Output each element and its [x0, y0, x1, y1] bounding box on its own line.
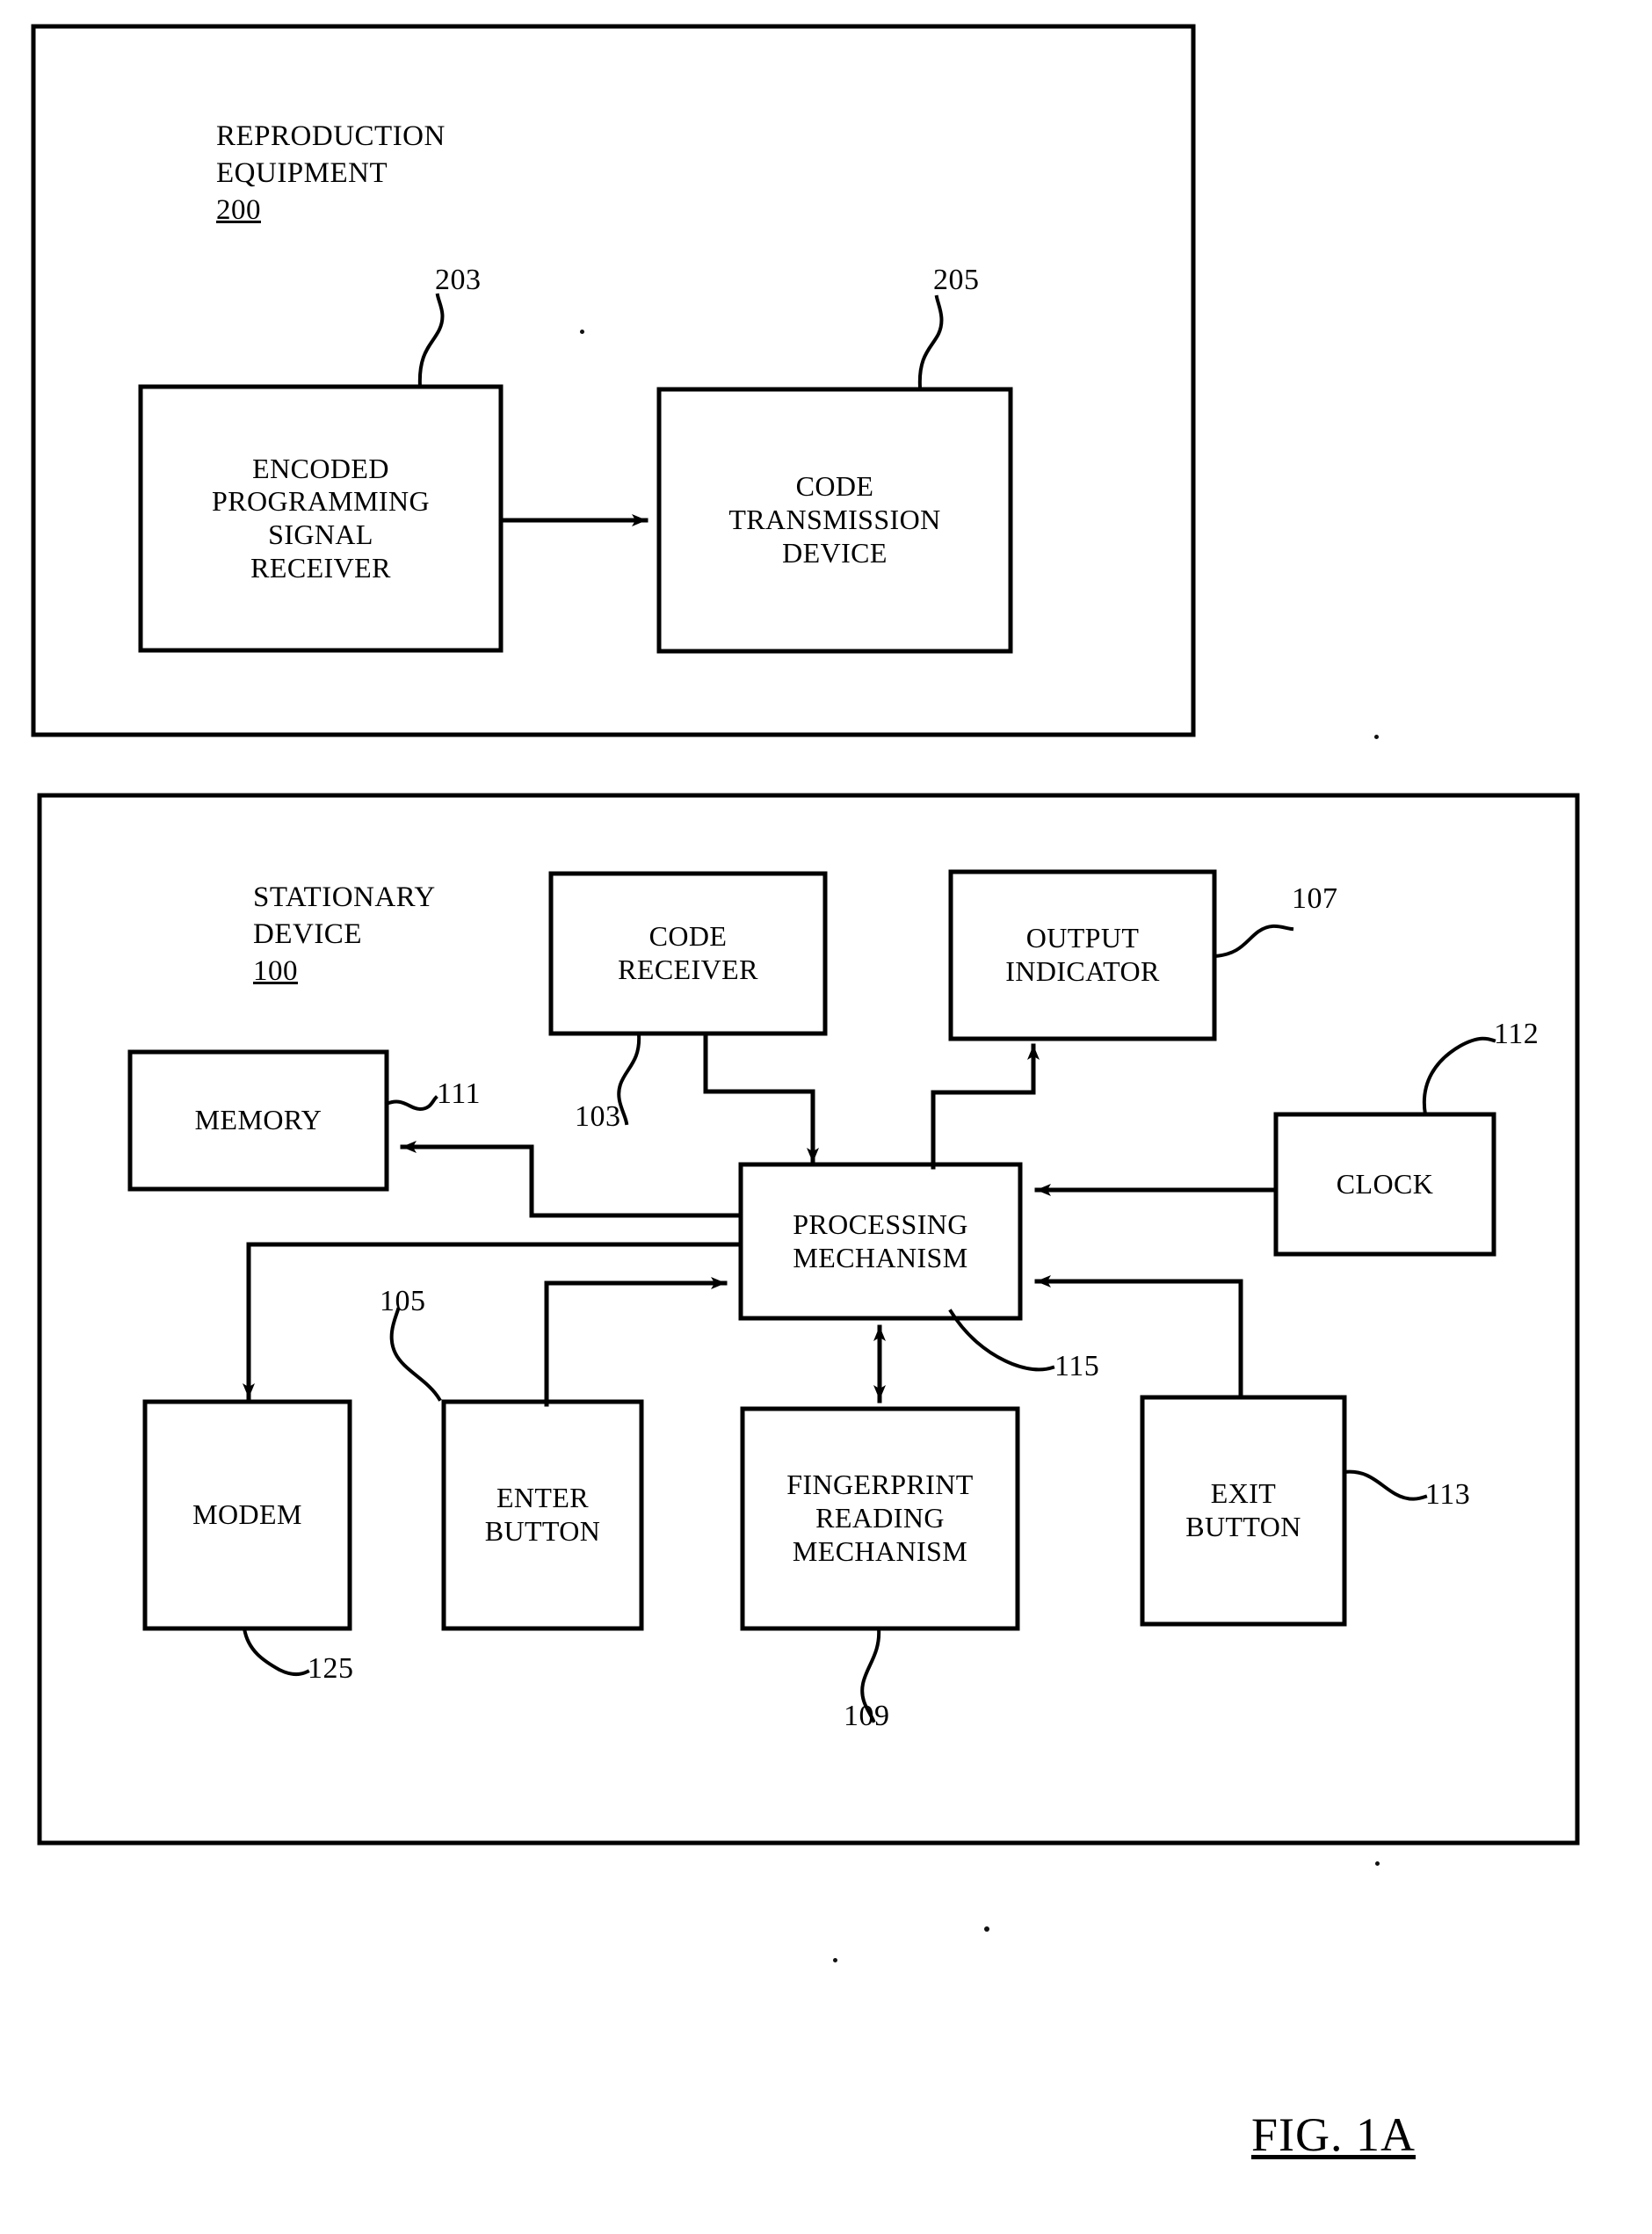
arrow-processing-to-modem	[243, 1242, 743, 1400]
reproduction-equipment-title-line2: EQUIPMENT	[216, 157, 388, 190]
ref-number-112: 112	[1494, 1018, 1540, 1050]
ref-number-205: 205	[933, 264, 980, 296]
arrow-code-receiver-to-processing	[703, 1032, 819, 1164]
leader-line-205	[917, 294, 944, 390]
ref-number-111: 111	[437, 1077, 481, 1110]
reproduction-equipment-title: REPRODUCTION EQUIPMENT 200	[216, 118, 446, 229]
figure-caption: FIG. 1A	[1251, 2108, 1417, 2161]
code-receiver-box	[548, 871, 828, 1036]
leader-line-111	[384, 1095, 438, 1112]
stationary-device-ref: 100	[253, 955, 298, 988]
leader-line-107	[1212, 924, 1294, 959]
ref-number-115: 115	[1054, 1350, 1100, 1382]
scan-speck	[984, 1926, 989, 1932]
stationary-device-title-line2: DEVICE	[253, 918, 362, 951]
enter-button-box	[441, 1399, 644, 1631]
leader-line-113	[1342, 1469, 1428, 1501]
stationary-device-title: STATIONARY DEVICE 100	[253, 879, 436, 990]
scan-speck	[1374, 735, 1379, 739]
memory-box	[127, 1049, 389, 1192]
processing-mechanism-box	[738, 1162, 1023, 1321]
ref-number-125: 125	[308, 1652, 354, 1685]
modem-box	[142, 1399, 352, 1631]
output-indicator-box	[948, 869, 1217, 1041]
ref-number-103: 103	[575, 1100, 621, 1133]
leader-line-112	[1422, 1036, 1496, 1117]
ref-number-107: 107	[1292, 882, 1338, 915]
scan-speck	[1375, 1861, 1380, 1866]
leader-line-125	[242, 1626, 310, 1677]
reproduction-equipment-title-line1: REPRODUCTION	[216, 120, 446, 152]
encoded-programming-signal-receiver-box	[138, 384, 504, 653]
clock-box	[1273, 1112, 1496, 1257]
patent-figure-page: REPRODUCTION EQUIPMENT 200 STATIONARY DE…	[0, 0, 1652, 2234]
stationary-device-title-line1: STATIONARY	[253, 881, 436, 913]
code-transmission-device-box	[656, 387, 1013, 654]
ref-number-105: 105	[380, 1285, 426, 1317]
reproduction-equipment-boundary	[31, 24, 1196, 737]
scan-speck	[833, 1958, 837, 1962]
leader-line-103	[617, 1032, 641, 1126]
arrow-enter-button-to-processing	[544, 1277, 728, 1407]
reproduction-equipment-ref: 200	[216, 194, 261, 227]
exit-button-box	[1140, 1395, 1347, 1627]
ref-number-113: 113	[1425, 1478, 1471, 1511]
ref-number-203: 203	[435, 264, 482, 296]
fingerprint-reading-mechanism-box	[740, 1406, 1020, 1631]
arrow-processing-to-memory	[400, 1141, 743, 1218]
ref-number-109: 109	[844, 1700, 890, 1732]
leader-line-203	[417, 293, 445, 389]
leader-line-105	[389, 1307, 442, 1402]
diagram-vector-layer	[31, 24, 1580, 1846]
scan-speck	[580, 330, 584, 334]
arrow-processing-to-output-indicator	[931, 1043, 1040, 1170]
